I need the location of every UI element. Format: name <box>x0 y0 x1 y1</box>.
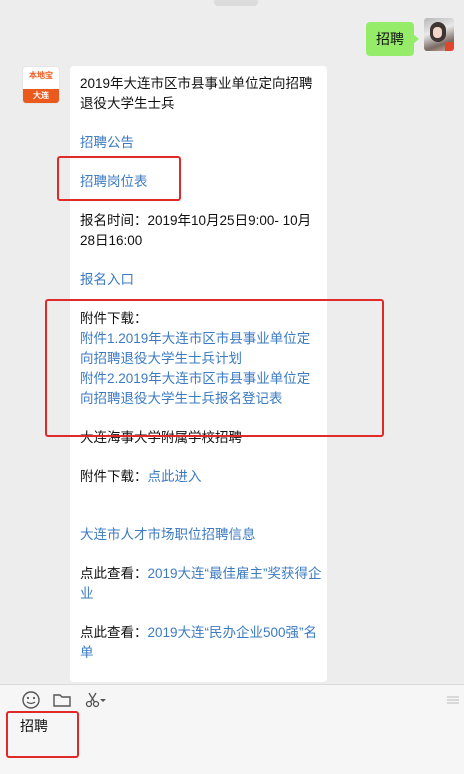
outgoing-bubble[interactable]: 招聘 <box>366 22 419 56</box>
talent-market-link[interactable]: 大连市人才市场职位招聘信息 <box>80 525 322 545</box>
school-attachment-link[interactable]: 点此进入 <box>148 469 202 484</box>
emoji-icon[interactable] <box>20 689 42 711</box>
message-title: 2019年大连市区市县事业单位定向招聘退役大学生士兵 <box>80 76 313 111</box>
view-row-2: 点此查看：2019大连“民办企业500强”名单 <box>80 623 322 663</box>
chevron-down-icon[interactable] <box>98 689 108 711</box>
drag-handle-icon[interactable] <box>446 695 460 705</box>
avatar-face <box>433 27 442 38</box>
avatar-badge <box>445 42 454 51</box>
school-attachment-row: 附件下载：点此进入 <box>80 467 322 487</box>
bot-brand-logo: 本地宝 <box>29 71 53 80</box>
folder-icon[interactable] <box>51 689 73 711</box>
view-label-1: 点此查看： <box>80 566 148 581</box>
highlight-box-input <box>6 711 79 758</box>
outgoing-message-row: 招聘 <box>366 18 454 56</box>
signup-link[interactable]: 报名入口 <box>80 270 322 290</box>
highlight-box-attachments <box>45 299 384 437</box>
bot-city-label: 大连 <box>23 89 59 103</box>
highlight-box-positions <box>57 156 181 201</box>
school-attachment-label: 附件下载： <box>80 469 148 484</box>
announcement-link[interactable]: 招聘公告 <box>80 133 322 153</box>
bot-avatar[interactable]: 本地宝 大连 <box>22 66 60 104</box>
view-label-2: 点此查看： <box>80 625 148 640</box>
signup-time: 报名时间：2019年10月25日9:00- 10月28日16:00 <box>80 213 312 248</box>
user-avatar[interactable] <box>424 18 454 51</box>
timestamp-pill <box>214 0 258 6</box>
view-row-1: 点此查看：2019大连“最佳雇主”奖获得企业 <box>80 564 322 604</box>
